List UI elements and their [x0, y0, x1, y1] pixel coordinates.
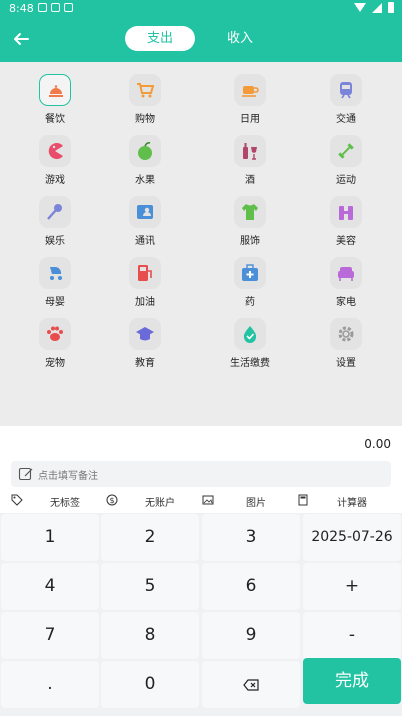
image-icon [202, 495, 214, 505]
key-5[interactable]: 5 [101, 563, 199, 610]
category-beauty[interactable]: 美容 [306, 184, 386, 247]
key-2[interactable]: 2 [101, 514, 199, 561]
category-cart[interactable]: 购物 [105, 62, 185, 125]
notification-icon [38, 3, 47, 12]
category-medkit[interactable]: 药 [210, 245, 290, 308]
category-cup[interactable]: 日用 [210, 62, 290, 125]
notification-icon [64, 3, 73, 12]
amount-display: 0.00 [364, 437, 391, 451]
wine-icon [234, 135, 266, 167]
category-wine[interactable]: 酒 [210, 123, 290, 186]
status-bar: 8:48 [0, 0, 402, 18]
svg-text:$: $ [109, 496, 114, 505]
calculator-icon [298, 494, 308, 506]
header-bar: 8:48 支出 收入 [0, 0, 402, 62]
category-graduation-cap[interactable]: 教育 [105, 306, 185, 369]
dollar-icon: $ [106, 494, 118, 506]
category-grid: 餐饮 购物 日用 交通游戏 水果酒运动娱乐 通讯 服饰 美容母婴 加油药家电宠物 教育 生活缴费 设置 [0, 62, 402, 426]
account-option[interactable]: 无账户 [145, 494, 175, 509]
notification-icon [51, 3, 60, 12]
tab-income[interactable]: 收入 [205, 26, 275, 51]
memo-field[interactable]: 点击填写备注 [11, 461, 391, 487]
category-drop-check[interactable]: 生活缴费 [210, 306, 290, 369]
key-1[interactable]: 1 [1, 514, 99, 561]
key-dot[interactable]: . [1, 661, 99, 708]
backspace-key[interactable] [202, 661, 300, 708]
train-icon [330, 74, 362, 106]
key-8[interactable]: 8 [101, 612, 199, 659]
category-dining[interactable]: 餐饮 [15, 62, 95, 125]
cart-icon [129, 74, 161, 106]
date-key[interactable]: 2025-07-26 [303, 514, 401, 561]
key-plus[interactable]: + [303, 563, 401, 610]
back-arrow-icon[interactable] [10, 28, 32, 50]
notification-icons [38, 3, 73, 12]
gear-icon [330, 318, 362, 350]
apple-icon [129, 135, 161, 167]
category-dumbbell[interactable]: 运动 [306, 123, 386, 186]
status-time: 8:48 [9, 2, 34, 15]
paw-icon [39, 318, 71, 350]
tag-option[interactable]: 无标签 [50, 494, 80, 509]
microphone-icon [39, 196, 71, 228]
category-label: 设置 [336, 358, 356, 369]
type-switch: 支出 收入 [125, 26, 275, 51]
calculator-option[interactable]: 计算器 [337, 494, 367, 509]
category-contact-card[interactable]: 通讯 [105, 184, 185, 247]
category-microphone[interactable]: 娱乐 [15, 184, 95, 247]
shirt-icon [234, 196, 266, 228]
category-sofa[interactable]: 家电 [306, 245, 386, 308]
pacman-icon [39, 135, 71, 167]
dumbbell-icon [330, 135, 362, 167]
category-gear[interactable]: 设置 [306, 306, 386, 369]
image-option[interactable]: 图片 [246, 494, 266, 509]
drop-check-icon [234, 318, 266, 350]
category-stroller[interactable]: 母婴 [15, 245, 95, 308]
backspace-icon [243, 679, 259, 691]
battery-icon [388, 2, 394, 13]
key-0[interactable]: 0 [101, 661, 199, 708]
dining-icon [39, 74, 71, 106]
category-apple[interactable]: 水果 [105, 123, 185, 186]
stroller-icon [39, 257, 71, 289]
category-pacman[interactable]: 游戏 [15, 123, 95, 186]
tag-icon [11, 494, 23, 506]
done-button[interactable]: 完成 [303, 658, 401, 704]
fuel-icon [129, 257, 161, 289]
category-label: 教育 [135, 358, 155, 369]
key-3[interactable]: 3 [202, 514, 300, 561]
wifi-icon [354, 3, 366, 12]
category-paw[interactable]: 宠物 [15, 306, 95, 369]
tab-expense[interactable]: 支出 [125, 26, 195, 51]
category-shirt[interactable]: 服饰 [210, 184, 290, 247]
category-fuel[interactable]: 加油 [105, 245, 185, 308]
sofa-icon [330, 257, 362, 289]
beauty-icon [330, 196, 362, 228]
key-4[interactable]: 4 [1, 563, 99, 610]
memo-placeholder: 点击填写备注 [38, 471, 98, 482]
graduation-cap-icon [129, 318, 161, 350]
cup-icon [234, 74, 266, 106]
key-6[interactable]: 6 [202, 563, 300, 610]
contact-card-icon [129, 196, 161, 228]
key-9[interactable]: 9 [202, 612, 300, 659]
category-label: 生活缴费 [230, 358, 270, 369]
medkit-icon [234, 257, 266, 289]
edit-note-icon [18, 467, 33, 481]
category-train[interactable]: 交通 [306, 62, 386, 125]
options-row: 无标签 $ 无账户 图片 计算器 [0, 490, 402, 512]
category-label: 宠物 [45, 358, 65, 369]
key-minus[interactable]: - [303, 612, 401, 659]
key-7[interactable]: 7 [1, 612, 99, 659]
signal-icon [372, 2, 382, 13]
